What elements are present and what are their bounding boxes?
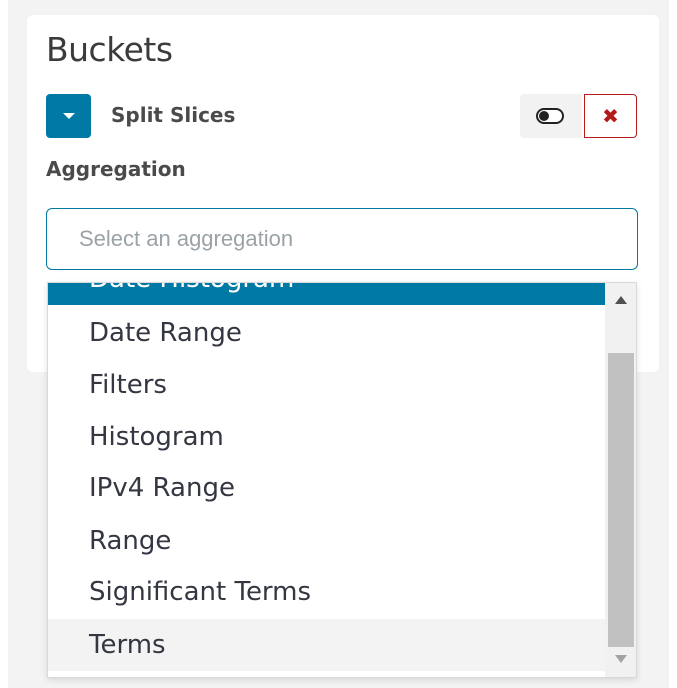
visualize-editor-page: Buckets Split Slices ✖ Aggregation Date … (0, 0, 677, 688)
option-histogram[interactable]: Histogram (48, 411, 605, 463)
option-significant-terms[interactable]: Significant Terms (48, 566, 605, 618)
toggle-knob (539, 111, 549, 121)
option-date-histogram[interactable]: Date Histogram (48, 283, 605, 305)
option-date-range[interactable]: Date Range (48, 307, 605, 359)
enable-agg-toggle[interactable] (520, 94, 582, 138)
buckets-title: Buckets (46, 30, 173, 69)
remove-bucket-button[interactable]: ✖ (584, 94, 637, 138)
page-edge-left (0, 0, 8, 688)
bucket-collapse-button[interactable] (46, 94, 91, 138)
arrow-down-icon (615, 655, 627, 663)
bucket-actions: ✖ (520, 94, 637, 138)
bucket-title: Split Slices (111, 103, 236, 127)
page-edge-right (669, 0, 677, 688)
aggregation-label: Aggregation (46, 157, 186, 181)
option-terms[interactable]: Terms (48, 619, 605, 671)
option-range[interactable]: Range (48, 515, 605, 567)
scrollbar-thumb[interactable] (608, 353, 634, 647)
toggle-switch-icon (536, 108, 564, 124)
caret-down-icon (63, 113, 75, 119)
option-ipv4-range[interactable]: IPv4 Range (48, 462, 605, 514)
option-filters[interactable]: Filters (48, 359, 605, 411)
arrow-up-icon (615, 296, 627, 304)
aggregation-dropdown: Date Histogram Date Range Filters Histog… (47, 282, 637, 678)
aggregation-options-list: Date Histogram Date Range Filters Histog… (48, 283, 605, 677)
scroll-up-button[interactable] (605, 283, 636, 317)
dropdown-scrollbar[interactable] (605, 283, 636, 677)
scroll-down-button[interactable] (605, 643, 636, 677)
close-icon: ✖ (602, 104, 619, 128)
aggregation-select-input[interactable] (46, 208, 638, 270)
